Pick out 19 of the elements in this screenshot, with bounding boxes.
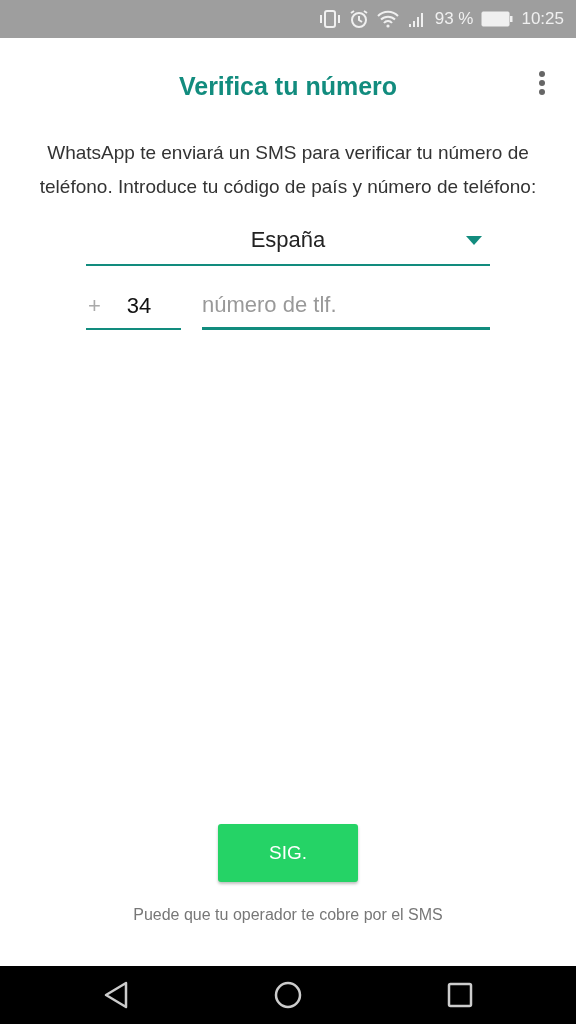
battery-percent: 93 % [434,9,474,29]
vibrate-icon [318,10,341,28]
clock: 10:25 [521,9,564,29]
country-dropdown[interactable]: España [86,216,490,266]
phone-number-field[interactable]: número de tlf. [202,282,490,330]
country-code-field[interactable]: + 34 [86,284,181,330]
sms-charge-note: Puede que tu operador te cobre por el SMS [132,906,444,924]
battery-icon [481,11,514,27]
more-options-icon[interactable] [538,70,546,96]
back-icon[interactable] [102,981,129,1009]
caret-icon [466,236,482,245]
screen-title: Verifica tu número [178,71,398,101]
country-code: 34 [126,293,152,319]
recent-apps-icon[interactable] [447,982,474,1008]
instruction-text: WhatsApp te enviará un SMS para verificar tu número de teléfono. Introduce tu código de país y número de teléfono: [38,141,538,199]
home-icon[interactable] [274,981,302,1009]
alarm-icon [348,9,369,29]
plus-sign: + [87,293,101,319]
wifi-icon [376,10,399,28]
